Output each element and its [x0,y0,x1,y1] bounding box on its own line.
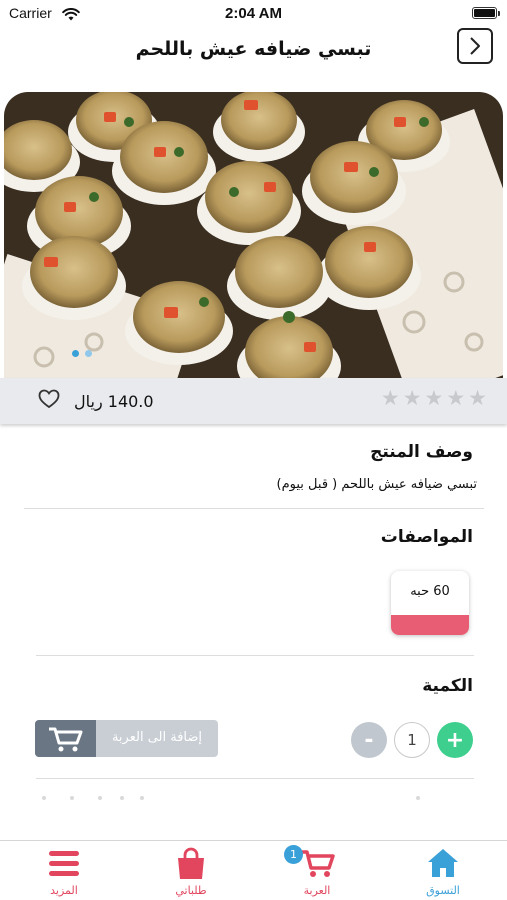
chevron-right-icon [470,37,480,55]
pager-dot[interactable] [85,350,92,357]
star-icon[interactable]: ★ [425,388,444,409]
clock: 2:04 AM [225,5,282,22]
quantity-value: 1 [394,722,430,758]
divider [36,778,474,779]
cart-badge: 1 [284,845,303,864]
quantity-title: الكمية [422,676,473,696]
page-title: تبسي ضيافه عيش باللحم [135,38,372,60]
menu-icon [19,847,109,879]
tab-label: التسوق [426,884,460,897]
quantity-increase-button[interactable]: + [437,722,473,758]
spec-option[interactable]: 60 حبه [391,571,469,635]
battery-icon [472,7,500,19]
pager-dot[interactable] [72,350,79,357]
shopping-bag-icon [146,847,236,881]
rating-stars[interactable]: ★ ★ ★ ★ ★ [381,388,487,409]
tab-my-orders[interactable]: طلباتي [146,841,236,900]
tab-bar: التسوق العربة طلباتي المزيد [0,840,507,900]
tab-shopping[interactable]: التسوق [398,841,488,900]
specs-title: المواصفات [380,527,473,547]
cart-add-icon [35,720,96,757]
divider [36,655,474,656]
product-price: 140.0 ريال [74,392,154,411]
product-image[interactable] [4,92,503,378]
star-icon[interactable]: ★ [468,388,487,409]
status-bar: Carrier 2:04 AM [0,0,507,28]
spec-selected-strip [391,615,469,635]
quantity-decrease-button[interactable]: - [351,722,387,758]
divider [24,508,484,509]
tab-label: طلباتي [175,884,207,897]
heart-icon[interactable] [38,389,60,413]
back-button[interactable] [457,28,493,64]
home-icon [398,847,488,879]
price-bar: 140.0 ريال ★ ★ ★ ★ ★ [0,378,507,424]
star-icon[interactable]: ★ [446,388,465,409]
image-pager[interactable] [72,350,92,357]
spec-option-label: 60 حبه [410,584,450,599]
tab-label: المزيد [50,884,78,897]
star-icon[interactable]: ★ [403,388,422,409]
tab-more[interactable]: المزيد [19,841,109,900]
star-icon[interactable]: ★ [381,388,400,409]
tab-label: العربة [303,884,331,897]
add-to-cart-label: إضافة الى العربة [111,730,203,745]
loading-dots [40,796,470,800]
description-title: وصف المنتج [370,442,473,462]
description-text: تبسي ضيافه عيش باللحم ( قبل بيوم) [276,477,477,492]
add-to-cart-button[interactable]: إضافة الى العربة [35,720,218,757]
